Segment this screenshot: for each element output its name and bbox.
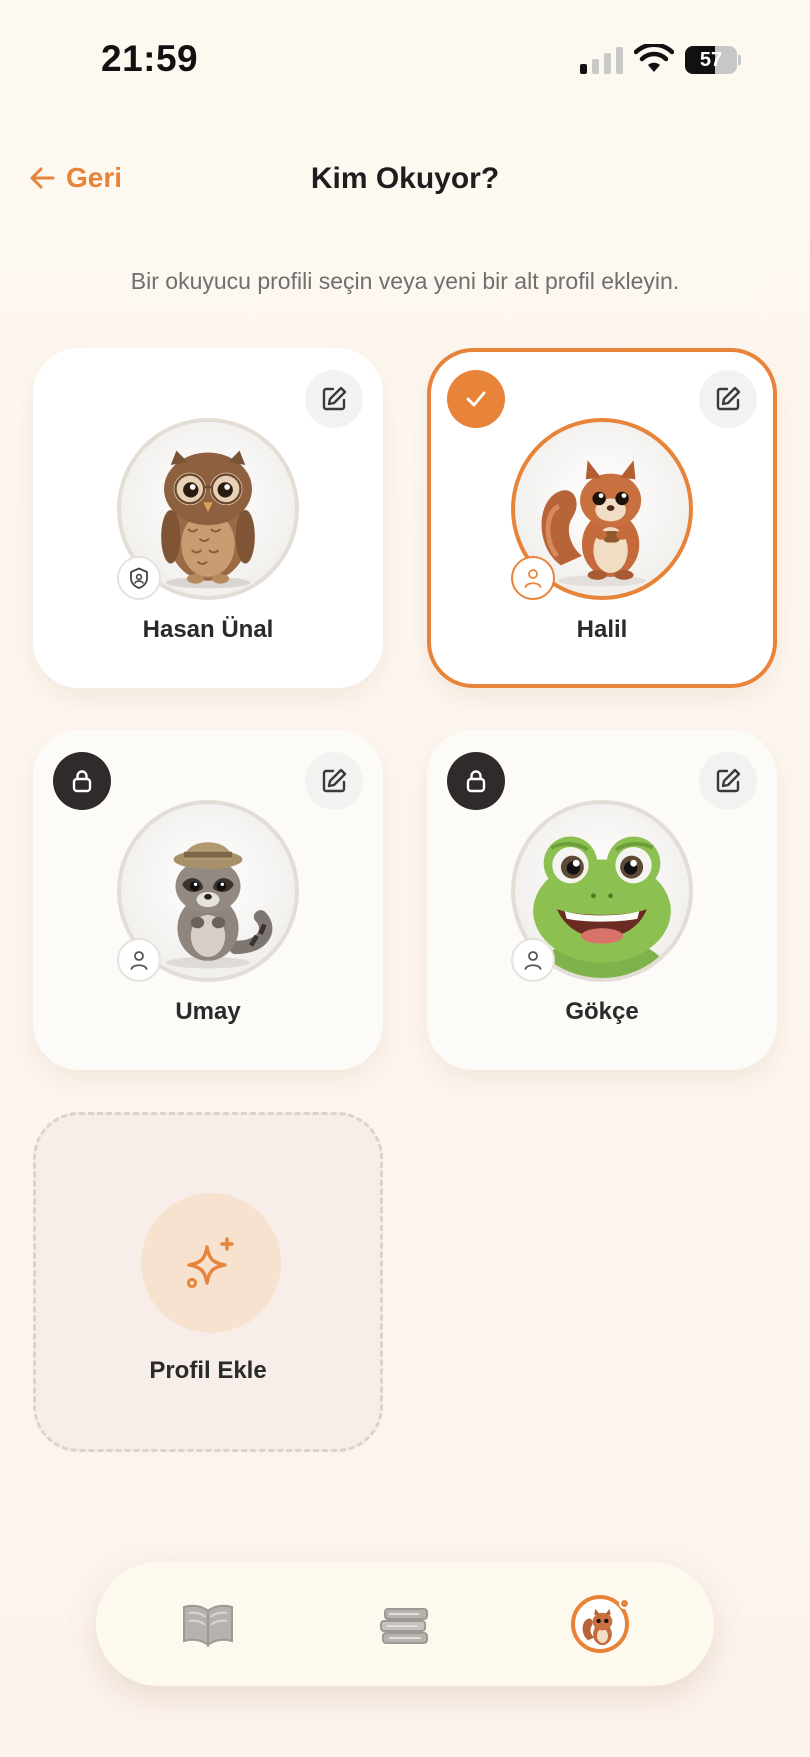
edit-profile-button[interactable]	[699, 370, 757, 428]
navigation-bar: Geri Kim Okuyor?	[0, 150, 810, 210]
profile-card-halil[interactable]: Halil	[427, 348, 777, 688]
person-icon	[524, 569, 542, 588]
lock-icon	[466, 770, 486, 793]
battery-level: 57	[699, 49, 723, 71]
cellular-signal-icon	[580, 46, 623, 74]
page-subtitle: Bir okuyucu profili seçin veya yeni bir …	[130, 268, 680, 294]
add-profile-card[interactable]: Profil Ekle	[33, 1112, 383, 1452]
battery-icon: 57	[685, 46, 741, 74]
checkmark-icon	[466, 391, 486, 407]
edit-profile-button[interactable]	[305, 752, 363, 810]
shield-icon	[130, 567, 148, 589]
edit-icon	[716, 768, 741, 793]
sparkle-icon	[186, 1237, 234, 1289]
edit-profile-button[interactable]	[699, 752, 757, 810]
person-icon	[524, 951, 542, 970]
open-book-icon	[183, 1604, 233, 1648]
role-badge	[511, 938, 555, 982]
status-bar: 21:59 57	[0, 0, 810, 110]
role-badge	[117, 938, 161, 982]
role-badge	[511, 556, 555, 600]
lock-icon	[72, 770, 92, 793]
edit-profile-button[interactable]	[305, 370, 363, 428]
edit-icon	[322, 768, 347, 793]
tab-profile[interactable]	[560, 1584, 640, 1664]
edit-icon	[322, 386, 347, 411]
notification-dot	[619, 1598, 630, 1609]
locked-badge	[53, 752, 111, 810]
profile-name: Halil	[576, 616, 628, 643]
locked-badge	[447, 752, 505, 810]
profile-card-gokce[interactable]: Gökçe	[427, 730, 777, 1070]
page-title: Kim Okuyor?	[310, 162, 500, 195]
edit-icon	[716, 386, 741, 411]
profile-name: Gökçe	[565, 998, 639, 1025]
add-profile-icon-circle	[141, 1193, 281, 1333]
profile-name: Umay	[175, 998, 241, 1025]
profile-card-umay[interactable]: Umay	[33, 730, 383, 1070]
person-icon	[130, 951, 148, 970]
status-time: 21:59	[101, 38, 199, 79]
tab-reading[interactable]	[168, 1584, 248, 1664]
selected-badge	[447, 370, 505, 428]
profile-name: Hasan Ünal	[142, 616, 274, 643]
book-stack-icon	[380, 1608, 428, 1644]
add-profile-label: Profil Ekle	[149, 1357, 267, 1384]
bottom-tab-bar	[96, 1562, 714, 1686]
tab-library[interactable]	[364, 1584, 444, 1664]
role-badge	[117, 556, 161, 600]
wifi-icon	[634, 44, 674, 72]
profile-card-hasan-unal[interactable]: Hasan Ünal	[33, 348, 383, 688]
